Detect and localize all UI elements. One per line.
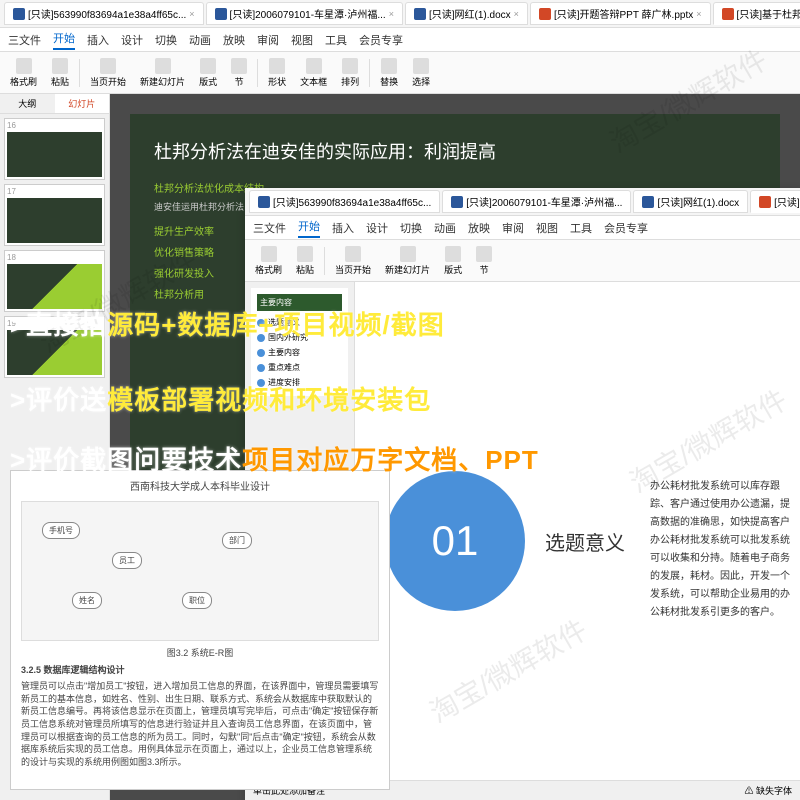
menu-review[interactable]: 审阅	[502, 220, 524, 236]
paste-button[interactable]: 粘贴	[47, 56, 73, 90]
promo-line-1: >直接拍源码+数据库+项目视频/截图(无水印）	[10, 305, 562, 342]
slide-thumb[interactable]: 18	[4, 250, 105, 312]
er-diagram: 手机号 员工 部门 姓名 职位	[21, 501, 379, 641]
word-icon	[258, 196, 270, 208]
layout-button[interactable]: 版式	[440, 244, 466, 278]
menu-transition[interactable]: 切换	[155, 32, 177, 48]
doc-tab[interactable]: [只读]开题答辩PPT 薛广林.pptx×	[530, 2, 711, 25]
figure-caption: 图3.2 系统E-R图	[21, 647, 379, 660]
doc-tab[interactable]: [只读]2006079101-车星潭·泸州福...	[442, 190, 631, 213]
menu-file[interactable]: 三文件	[253, 220, 286, 236]
slide-heading: 选题意义	[545, 527, 625, 556]
menu-review[interactable]: 审阅	[257, 32, 279, 48]
ppt-icon	[539, 8, 551, 20]
select-button[interactable]: 选择	[408, 56, 434, 90]
new-slide-button[interactable]: 新建幻灯片	[381, 244, 434, 278]
from-current-button[interactable]: 当页开始	[331, 244, 375, 278]
format-painter-button[interactable]: 格式刷	[251, 244, 286, 278]
slide-thumb[interactable]: 17	[4, 184, 105, 246]
number-circle: 01	[385, 471, 525, 611]
doc-tab[interactable]: [只读]563990f83694a1e38a4ff65c...×	[4, 2, 204, 25]
menu-design[interactable]: 设计	[366, 220, 388, 236]
doc-tab[interactable]: [只读]2006079101-车星潭·泸州福...×	[206, 2, 403, 25]
word-icon	[13, 8, 25, 20]
outline-tab[interactable]: 大纲	[0, 94, 55, 113]
document-preview: 西南科技大学成人本科毕业设计 手机号 员工 部门 姓名 职位 图3.2 系统E-…	[10, 470, 390, 790]
section-heading: 3.2.5 数据库逻辑结构设计	[21, 664, 379, 677]
section-button[interactable]: 节	[227, 56, 251, 90]
doc-tab[interactable]: [只读]563990f83694a1e38a4ff65c...	[249, 190, 440, 213]
menu-slideshow[interactable]: 放映	[223, 32, 245, 48]
missing-font-warning[interactable]: ⚠ 缺失字体	[744, 784, 792, 797]
tab-bar-2: [只读]563990f83694a1e38a4ff65c... [只读]2006…	[245, 188, 800, 216]
slides-tab[interactable]: 幻灯片	[55, 94, 110, 113]
doc-header: 西南科技大学成人本科毕业设计	[21, 481, 379, 495]
shape-button[interactable]: 形状	[264, 56, 290, 90]
menu-transition[interactable]: 切换	[400, 220, 422, 236]
menu-view[interactable]: 视图	[536, 220, 558, 236]
toolbar-1: 格式刷 粘贴 当页开始 新建幻灯片 版式 节 形状 文本框 排列 替换 选择	[0, 52, 800, 94]
tab-bar-1: [只读]563990f83694a1e38a4ff65c...× [只读]200…	[0, 0, 800, 28]
menu-start[interactable]: 开始	[53, 30, 75, 50]
word-icon	[451, 196, 463, 208]
promo-line-3: >评价截图问要技术项目对应万字文档、PPT	[10, 440, 539, 477]
word-icon	[414, 8, 426, 20]
menu-file[interactable]: 三文件	[8, 32, 41, 48]
close-icon[interactable]: ×	[696, 9, 701, 19]
new-slide-button[interactable]: 新建幻灯片	[136, 56, 189, 90]
menu-tools[interactable]: 工具	[570, 220, 592, 236]
toolbar-2: 格式刷 粘贴 当页开始 新建幻灯片 版式 节	[245, 240, 800, 282]
slide-title: 杜邦分析法在迪安佳的实际应用：利润提高	[154, 138, 756, 164]
ppt-icon	[722, 8, 734, 20]
doc-tab[interactable]: [只读]网红(1).docx×	[405, 2, 528, 25]
menu-member[interactable]: 会员专享	[604, 220, 648, 236]
slide-body-text: 办公耗材批发系统可以库存跟踪、客户通过使用办公遗漏，提高数据的准确思，如快提高客…	[640, 468, 800, 632]
textbox-button[interactable]: 文本框	[296, 56, 331, 90]
promo-line-2: >评价送模板部署视频和环境安装包可参考	[10, 380, 512, 417]
menu-start[interactable]: 开始	[298, 218, 320, 238]
doc-tab[interactable]: [只读]网红(1).docx	[633, 190, 748, 213]
replace-button[interactable]: 替换	[376, 56, 402, 90]
doc-tab-active[interactable]: [只读]基于杜邦分析法的企业...×	[713, 2, 800, 25]
format-painter-button[interactable]: 格式刷	[6, 56, 41, 90]
menu-insert[interactable]: 插入	[332, 220, 354, 236]
menu-animation[interactable]: 动画	[434, 220, 456, 236]
menu-animation[interactable]: 动画	[189, 32, 211, 48]
layout-button[interactable]: 版式	[195, 56, 221, 90]
menu-bar-1: 三文件 开始 插入 设计 切换 动画 放映 审阅 视图 工具 会员专享	[0, 28, 800, 52]
menu-tools[interactable]: 工具	[325, 32, 347, 48]
doc-paragraph: 管理员可以点击"增加员工"按钮，进入增加员工信息的界面，在该界面中，管理员需要填…	[21, 680, 379, 768]
close-icon[interactable]: ×	[514, 9, 519, 19]
close-icon[interactable]: ×	[189, 9, 194, 19]
from-current-button[interactable]: 当页开始	[86, 56, 130, 90]
menu-bar-2: 三文件 开始 插入 设计 切换 动画 放映 审阅 视图 工具 会员专享	[245, 216, 800, 240]
ppt-icon	[759, 196, 771, 208]
word-icon	[215, 8, 227, 20]
menu-slideshow[interactable]: 放映	[468, 220, 490, 236]
arrange-button[interactable]: 排列	[337, 56, 363, 90]
slide-thumb[interactable]: 16	[4, 118, 105, 180]
menu-design[interactable]: 设计	[121, 32, 143, 48]
word-icon	[642, 196, 654, 208]
section-button[interactable]: 节	[472, 244, 496, 278]
menu-member[interactable]: 会员专享	[359, 32, 403, 48]
close-icon[interactable]: ×	[389, 9, 394, 19]
menu-insert[interactable]: 插入	[87, 32, 109, 48]
doc-tab-active[interactable]: [只读]开题答辩PPT 薛广林...	[750, 190, 800, 213]
menu-view[interactable]: 视图	[291, 32, 313, 48]
paste-button[interactable]: 粘贴	[292, 244, 318, 278]
